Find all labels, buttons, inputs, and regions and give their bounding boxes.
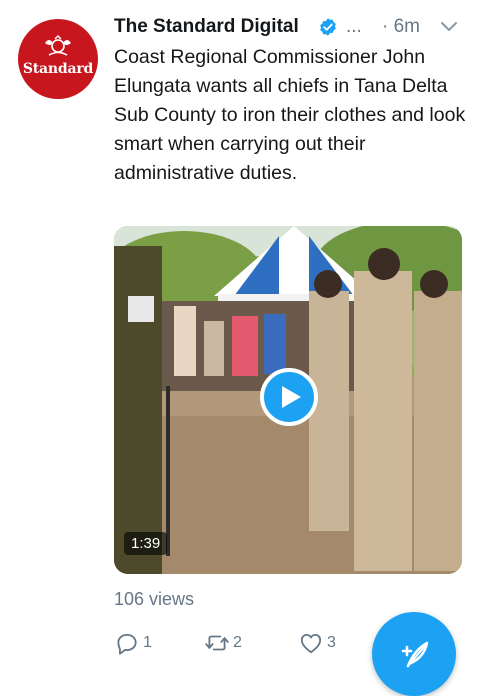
crest-icon (45, 35, 71, 56)
heart-icon (300, 633, 322, 654)
view-count: 106 views (114, 589, 195, 609)
display-name[interactable]: The Standard Digital (114, 16, 299, 38)
reply-button[interactable]: 1 (114, 628, 152, 658)
reply-icon (117, 633, 137, 655)
tweet[interactable]: Standard The Standard Digital ... · 6m C… (0, 0, 480, 696)
retweet-button[interactable]: 2 (204, 628, 242, 658)
play-icon (282, 386, 301, 408)
tweet-text: Coast Regional Commissioner John Elungat… (114, 46, 466, 184)
tweet-timestamp[interactable]: · 6m (382, 16, 420, 38)
name-truncation-ellipsis: ... (346, 16, 362, 37)
video-duration-badge: 1:39 (124, 532, 168, 555)
video-media[interactable]: 1:39 (114, 226, 462, 574)
compose-feather-icon (401, 641, 429, 668)
tweet-header: The Standard Digital ... · 6m (114, 14, 464, 40)
avatar-logo-text: Standard (22, 61, 94, 77)
reply-count: 1 (143, 634, 152, 651)
play-button[interactable] (260, 368, 318, 426)
chevron-down-icon[interactable] (440, 20, 458, 34)
like-button[interactable]: 3 (298, 628, 336, 658)
retweet-icon (205, 635, 229, 651)
retweet-count: 2 (233, 634, 242, 651)
verified-badge-icon (320, 18, 336, 36)
compose-tweet-button[interactable] (372, 612, 456, 696)
avatar[interactable]: Standard (18, 19, 98, 99)
like-count: 3 (327, 634, 336, 651)
